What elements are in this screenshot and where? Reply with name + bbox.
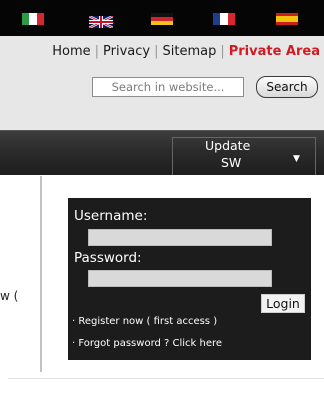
login-panel: Username: Password: Login · Register now… [68,198,311,360]
username-label: Username: [74,208,148,224]
sidebar-divider [40,176,42,372]
search-input[interactable] [92,77,244,97]
link-separator: | [94,44,100,59]
privacy-link[interactable]: Privacy [103,44,150,59]
link-separator: | [154,44,159,59]
nav-item-update-sw[interactable]: Update SW ▼ [172,137,316,175]
spanish-flag-icon[interactable] [276,13,298,25]
password-field[interactable] [88,270,272,287]
footer-divider [8,378,324,379]
link-separator: | [220,44,225,59]
english-flag-icon[interactable] [88,13,114,30]
top-links: Home | Privacy | Sitemap | Private Area [52,44,320,59]
home-link[interactable]: Home [52,44,90,59]
private-area-link[interactable]: Private Area [229,44,320,59]
down-triangle-icon: ▼ [293,154,300,164]
french-flag-icon[interactable] [213,13,235,25]
password-label: Password: [74,250,142,266]
truncated-side-text: w ( [0,289,19,303]
main-navbar: Update SW ▼ [0,130,324,175]
language-bar [0,0,324,36]
search-button[interactable]: Search [256,76,318,98]
register-link[interactable]: · Register now ( first access ) [72,316,217,327]
login-button[interactable]: Login [261,294,305,313]
site-header: Home | Privacy | Sitemap | Private Area Search [0,36,324,130]
forgot-password-link[interactable]: · Forgot password ? Click here [72,338,222,349]
sitemap-link[interactable]: Sitemap [163,44,217,59]
nav-item-label-2: SW [221,155,242,170]
username-field[interactable] [88,229,272,246]
nav-item-label: Update [205,138,251,153]
italian-flag-icon[interactable] [22,13,44,25]
german-flag-icon[interactable] [151,13,173,25]
